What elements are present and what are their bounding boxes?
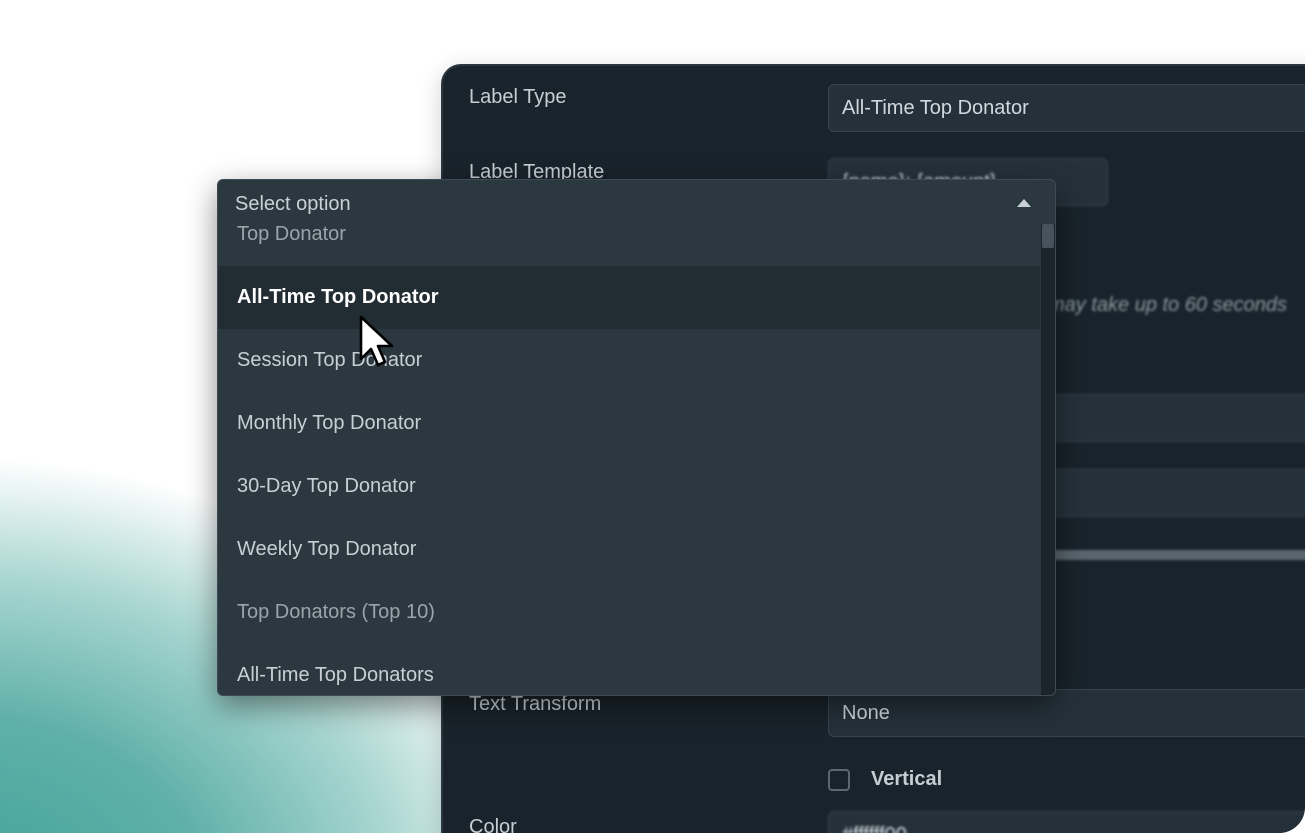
vertical-label: Vertical bbox=[871, 768, 943, 790]
caret-up-icon[interactable] bbox=[1017, 199, 1031, 207]
hint-text: may take up to 60 seconds bbox=[1048, 294, 1288, 316]
setting-field-b[interactable] bbox=[1043, 469, 1305, 517]
option-monthly-top-donator[interactable]: Monthly Top Donator bbox=[218, 392, 1040, 455]
label-type-select[interactable]: All-Time Top Donator bbox=[828, 84, 1305, 132]
dropdown-scrollbar[interactable] bbox=[1041, 224, 1055, 695]
option-30-day-top-donator[interactable]: 30-Day Top Donator bbox=[218, 455, 1040, 518]
label-type-dropdown[interactable]: Select option Top Donator All-Time Top D… bbox=[217, 179, 1056, 696]
dropdown-header[interactable]: Select option bbox=[218, 180, 1055, 228]
option-all-time-top-donators[interactable]: All-Time Top Donators bbox=[218, 644, 1040, 695]
setting-slider[interactable] bbox=[1048, 550, 1305, 560]
dropdown-scroll-thumb[interactable] bbox=[1042, 224, 1054, 248]
mouse-pointer-icon bbox=[359, 315, 394, 367]
label-type-label: Label Type bbox=[469, 86, 567, 108]
option-top-donators-top-10[interactable]: Top Donators (Top 10) bbox=[218, 581, 1040, 644]
option-weekly-top-donator[interactable]: Weekly Top Donator bbox=[218, 518, 1040, 581]
color-input[interactable]: #ffffff00 bbox=[828, 811, 1305, 833]
option-session-top-donator[interactable]: Session Top Donator bbox=[218, 329, 1040, 392]
option-top-donator[interactable]: Top Donator bbox=[218, 224, 1040, 266]
dropdown-options-list[interactable]: Top Donator All-Time Top Donator Session… bbox=[218, 224, 1040, 695]
vertical-checkbox[interactable] bbox=[828, 769, 850, 791]
setting-field-a[interactable] bbox=[1043, 394, 1305, 442]
option-all-time-top-donator[interactable]: All-Time Top Donator bbox=[218, 266, 1040, 329]
screenshot-frame: Label Type All-Time Top Donator Label Te… bbox=[0, 0, 1305, 833]
text-transform-label: Text Transform bbox=[469, 693, 602, 715]
color-label: Color bbox=[469, 816, 517, 833]
text-transform-select[interactable]: None bbox=[828, 689, 1305, 737]
dropdown-placeholder: Select option bbox=[235, 193, 351, 215]
